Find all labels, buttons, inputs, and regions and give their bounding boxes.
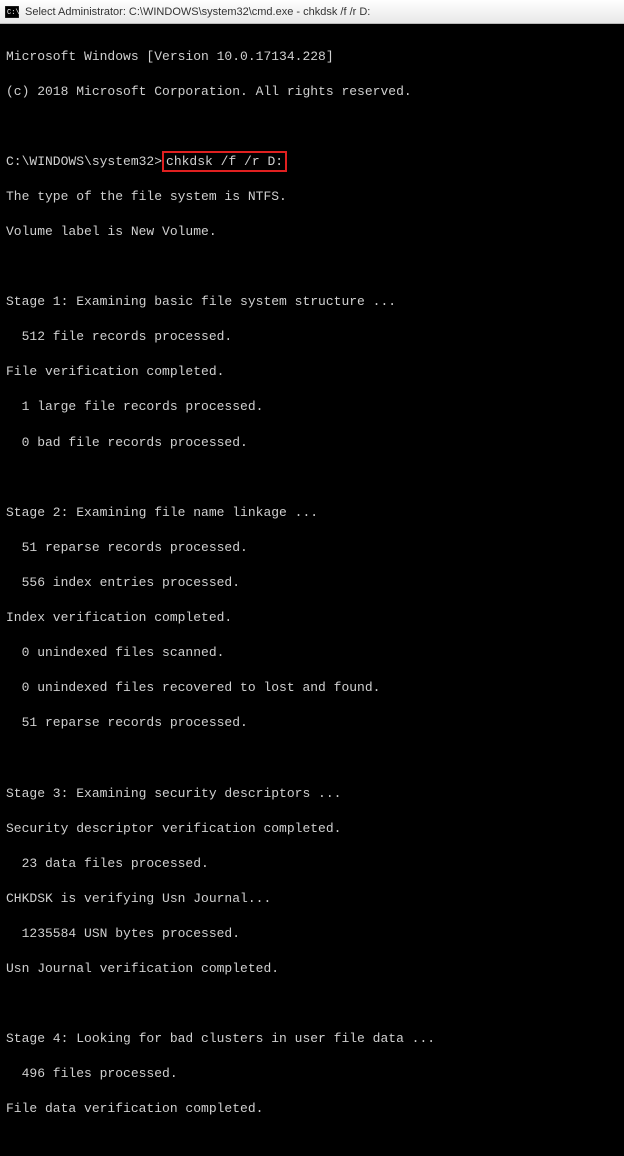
titlebar[interactable]: C:\ Select Administrator: C:\WINDOWS\sys… (0, 0, 624, 24)
stage1-l1: 512 file records processed. (6, 328, 618, 346)
fs-type-line: The type of the file system is NTFS. (6, 188, 618, 206)
command-text: chkdsk /f /r D: (166, 154, 283, 169)
stage4-title: Stage 4: Looking for bad clusters in use… (6, 1030, 618, 1048)
blank-line (6, 995, 618, 1013)
stage1-title: Stage 1: Examining basic file system str… (6, 293, 618, 311)
prompt-line: C:\WINDOWS\system32> chkdsk /f /r D: (6, 153, 618, 171)
stage2-l2: 556 index entries processed. (6, 574, 618, 592)
version-line: Microsoft Windows [Version 10.0.17134.22… (6, 48, 618, 66)
terminal-output: Microsoft Windows [Version 10.0.17134.22… (0, 24, 624, 1156)
stage2-l3: Index verification completed. (6, 609, 618, 627)
copyright-line: (c) 2018 Microsoft Corporation. All righ… (6, 83, 618, 101)
stage2-l6: 51 reparse records processed. (6, 714, 618, 732)
stage1-l4: 0 bad file records processed. (6, 434, 618, 452)
stage3-l5: Usn Journal verification completed. (6, 960, 618, 978)
stage4-l1: 496 files processed. (6, 1065, 618, 1083)
stage2-l5: 0 unindexed files recovered to lost and … (6, 679, 618, 697)
cmd-icon: C:\ (4, 4, 20, 20)
blank-line (6, 749, 618, 767)
blank-line (6, 258, 618, 276)
blank-line (6, 118, 618, 136)
svg-text:C:\: C:\ (7, 9, 19, 17)
stage2-l4: 0 unindexed files scanned. (6, 644, 618, 662)
stage2-title: Stage 2: Examining file name linkage ... (6, 504, 618, 522)
blank-line (6, 1135, 618, 1153)
command-highlight: chkdsk /f /r D: (162, 151, 287, 173)
prompt-path: C:\WINDOWS\system32> (6, 154, 162, 169)
stage3-l2: 23 data files processed. (6, 855, 618, 873)
stage3-l3: CHKDSK is verifying Usn Journal... (6, 890, 618, 908)
stage3-l1: Security descriptor verification complet… (6, 820, 618, 838)
blank-line (6, 469, 618, 487)
stage2-l1: 51 reparse records processed. (6, 539, 618, 557)
stage1-l2: File verification completed. (6, 363, 618, 381)
volume-label-line: Volume label is New Volume. (6, 223, 618, 241)
stage1-l3: 1 large file records processed. (6, 398, 618, 416)
stage3-title: Stage 3: Examining security descriptors … (6, 785, 618, 803)
stage4-l2: File data verification completed. (6, 1100, 618, 1118)
stage3-l4: 1235584 USN bytes processed. (6, 925, 618, 943)
titlebar-text: Select Administrator: C:\WINDOWS\system3… (25, 6, 370, 18)
